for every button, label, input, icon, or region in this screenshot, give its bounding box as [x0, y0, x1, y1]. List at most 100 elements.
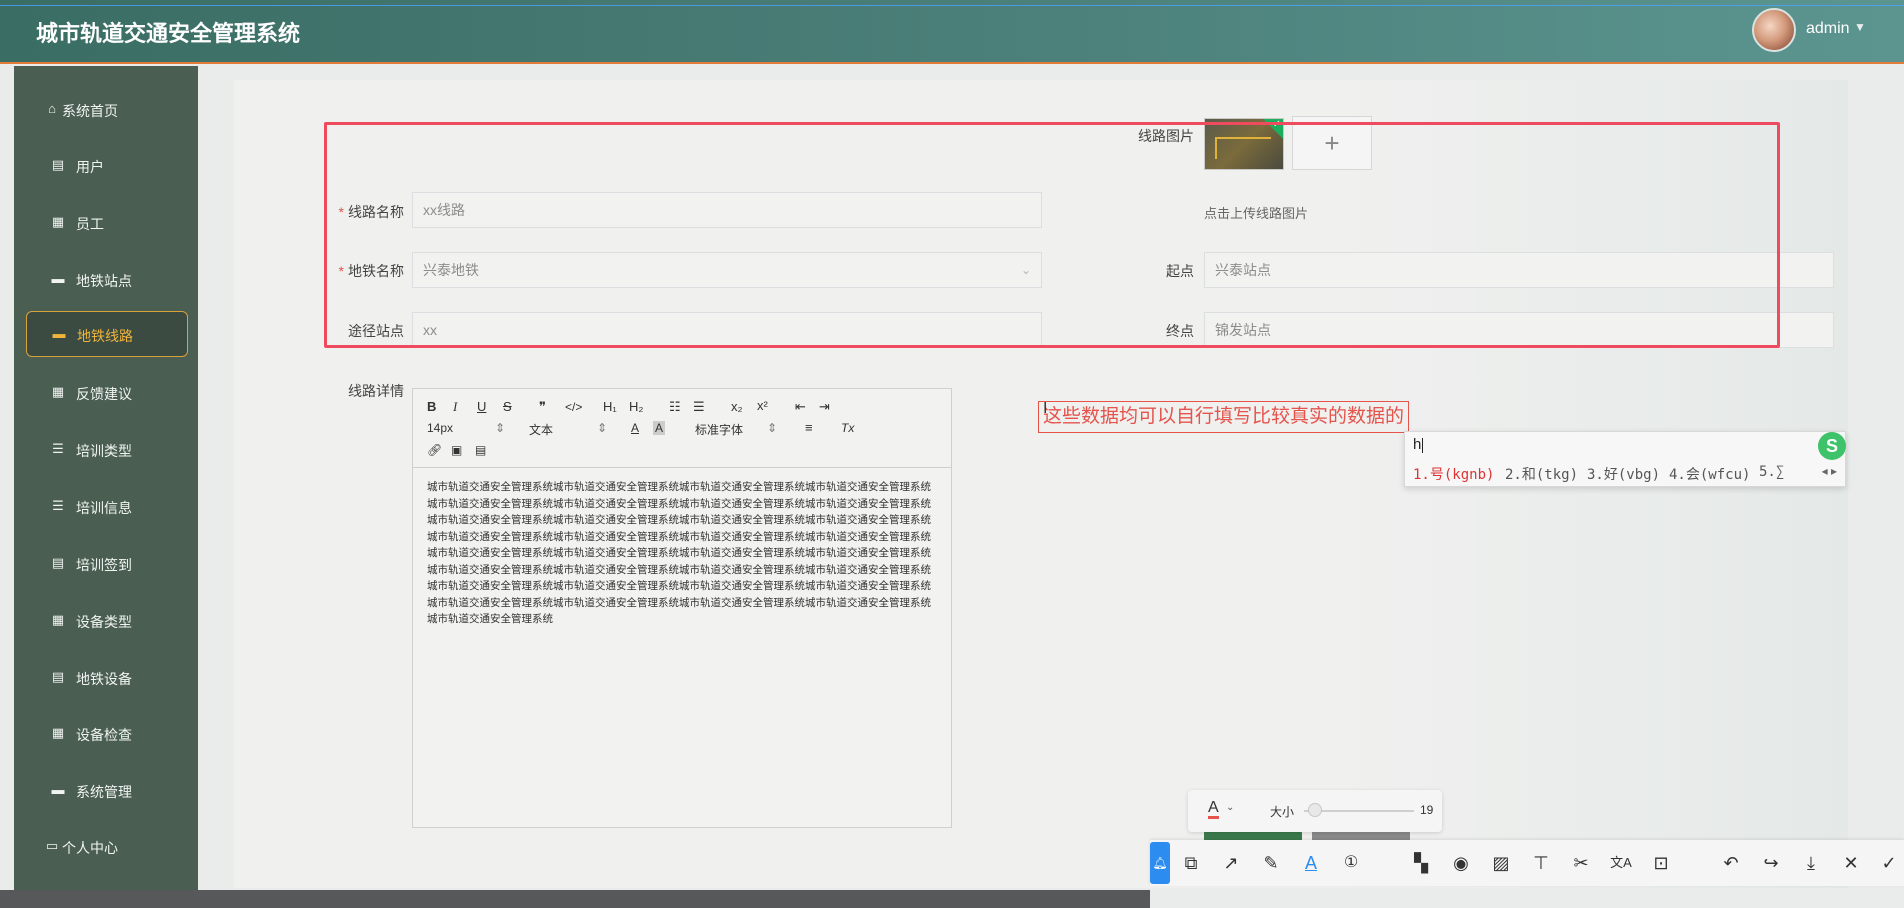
pin-top-icon[interactable]: ⊤ — [1528, 850, 1554, 876]
video-icon[interactable]: ▤ — [475, 443, 486, 457]
image-icon[interactable]: ▣ — [451, 443, 462, 457]
align-button[interactable]: ≡ — [805, 420, 813, 435]
font-family-select[interactable]: 标准字体 — [695, 421, 743, 438]
sidebar-item-device-type[interactable]: ▦ 设备类型 — [14, 597, 198, 645]
undo-icon[interactable]: ↶ — [1718, 850, 1744, 876]
ime-page-arrows[interactable]: ◂ ▸ — [1822, 464, 1837, 478]
clipboard-icon: ▤ — [51, 669, 65, 684]
mosaic-icon[interactable]: ▚ — [1408, 850, 1434, 876]
chevron-down-icon[interactable]: ⌄ — [1226, 802, 1234, 813]
ime-candidate[interactable]: 3.好(vbg) — [1587, 464, 1660, 484]
sidebar-item-profile[interactable]: ▭ 个人中心 — [14, 823, 198, 871]
line-icon: ▬ — [52, 326, 66, 341]
grid-icon: ▦ — [51, 725, 65, 740]
sidebar-item-label: 员工 — [76, 216, 104, 232]
header-select[interactable]: 文本 — [529, 421, 553, 438]
ime-candidate[interactable]: 5.∑ — [1759, 464, 1784, 480]
sidebar-item-label: 地铁站点 — [76, 273, 132, 289]
ocr-icon[interactable]: ⊡ — [1648, 850, 1674, 876]
sidebar-item-label: 培训类型 — [76, 443, 132, 459]
close-icon[interactable]: ✕ — [1838, 850, 1864, 876]
sidebar-item-home[interactable]: ⌂ 系统首页 — [14, 86, 198, 134]
sidebar-item-label: 地铁设备 — [76, 671, 132, 687]
highlight-box — [324, 122, 1780, 348]
h2-button[interactable]: H₂ — [629, 399, 643, 414]
pin-icon[interactable]: 🔔︎ — [1150, 842, 1170, 884]
sidebar-item-training-type[interactable]: ☰ 培训类型 — [14, 426, 198, 474]
profile-icon: ▭ — [45, 838, 59, 853]
outdent-button[interactable]: ⇤ — [795, 399, 806, 415]
pen-icon[interactable]: ✎ — [1258, 850, 1284, 876]
ime-input: h — [1413, 436, 1422, 453]
bold-button[interactable]: B — [427, 399, 436, 414]
hatch-icon[interactable]: ▨ — [1488, 850, 1514, 876]
app-title: 城市轨道交通安全管理系统 — [36, 21, 301, 46]
sidebar-item-system[interactable]: ▬ 系统管理 — [14, 767, 198, 815]
ime-candidate[interactable]: 4.会(wfcu) — [1669, 464, 1750, 484]
sidebar-item-lines[interactable]: ▬ 地铁线路 — [26, 311, 188, 357]
grid-icon: ▦ — [51, 384, 65, 399]
number-icon[interactable]: ① — [1338, 850, 1364, 876]
user-name[interactable]: admin — [1806, 20, 1850, 38]
blur-icon[interactable]: ◉ — [1448, 850, 1474, 876]
font-size-select[interactable]: 14px — [427, 421, 453, 435]
translate-icon[interactable]: 文A — [1608, 850, 1634, 876]
italic-button[interactable]: I — [453, 399, 457, 415]
code-button[interactable]: </> — [565, 400, 582, 414]
sidebar-item-metro-device[interactable]: ▤ 地铁设备 — [14, 654, 198, 702]
briefcase-icon: ▬ — [51, 271, 65, 286]
subscript-button[interactable]: x₂ — [731, 399, 743, 414]
shape-icon[interactable]: ⧉ — [1178, 850, 1204, 876]
confirm-icon[interactable]: ✓ — [1876, 850, 1902, 876]
user-avatar[interactable] — [1752, 8, 1796, 52]
sidebar-item-feedback[interactable]: ▦ 反馈建议 — [14, 369, 198, 417]
text-cursor-icon: Ι — [1043, 400, 1048, 417]
sidebar-item-label: 系统首页 — [62, 103, 118, 119]
sidebar-item-device-check[interactable]: ▦ 设备检查 — [14, 710, 198, 758]
chevron-down-icon[interactable]: ▼ — [1854, 20, 1866, 34]
text-color-button[interactable]: A — [1208, 800, 1219, 819]
sidebar-item-label: 培训签到 — [76, 557, 132, 573]
text-style-popup: A ⌄ 大小 19 — [1188, 790, 1442, 832]
ime-candidate[interactable]: 2.和(tkg) — [1505, 464, 1578, 484]
size-label: 大小 — [1270, 805, 1295, 819]
sidebar-item-training-signin[interactable]: ▤ 培训签到 — [14, 540, 198, 588]
quote-button[interactable]: ❞ — [539, 399, 546, 415]
text-tool-icon[interactable]: A — [1298, 850, 1324, 876]
list-icon: ☰ — [52, 441, 64, 456]
annotation-text[interactable]: 这些数据均可以自行填写比较真实的数据的 — [1038, 401, 1410, 433]
sidebar-item-training-info[interactable]: ☰ 培训信息 — [14, 483, 198, 531]
bullet-list-button[interactable]: ☰ — [693, 399, 705, 415]
chevron-updown-icon: ⇕ — [495, 421, 506, 435]
sidebar-item-stations[interactable]: ▬ 地铁站点 — [14, 256, 198, 304]
editor-content[interactable]: 城市轨道交通安全管理系统城市轨道交通安全管理系统城市轨道交通安全管理系统城市轨道… — [427, 479, 937, 628]
sidebar-item-label: 用户 — [76, 159, 104, 175]
ordered-list-button[interactable]: ☷ — [669, 399, 681, 415]
home-icon: ⌂ — [48, 101, 56, 116]
h1-button[interactable]: H₁ — [603, 399, 617, 414]
ime-candidate-window[interactable]: h 1.号(kgnb) 2.和(tkg) 3.好(vbg) 4.会(wfcu) … — [1404, 431, 1846, 487]
arrow-icon[interactable]: ↗ — [1218, 850, 1244, 876]
sidebar-item-users[interactable]: ▤ 用户 — [14, 142, 198, 190]
font-color-button[interactable]: A — [631, 421, 639, 435]
indent-button[interactable]: ⇥ — [819, 399, 830, 415]
editor-toolbar: B I U S ❞ </> H₁ H₂ ☷ ☰ x₂ x² ⇤ ⇥ 14px ⇕… — [413, 389, 951, 468]
link-icon[interactable]: 🔗︎ — [427, 443, 442, 457]
share-icon[interactable]: ↪ — [1758, 850, 1784, 876]
rich-text-editor[interactable]: B I U S ❞ </> H₁ H₂ ☷ ☰ x₂ x² ⇤ ⇥ 14px ⇕… — [412, 388, 952, 828]
sidebar-item-label: 系统管理 — [76, 784, 132, 800]
clear-format-button[interactable]: Tx — [841, 421, 854, 435]
ime-candidate[interactable]: 1.号(kgnb) — [1413, 464, 1494, 484]
sidebar-item-staff[interactable]: ▦ 员工 — [14, 199, 198, 247]
grid-icon: ▦ — [51, 612, 65, 627]
background-color-button[interactable]: A — [653, 421, 666, 435]
grid-icon: ▦ — [51, 214, 65, 229]
download-icon[interactable]: ⤓ — [1798, 850, 1824, 876]
scissors-icon[interactable]: ✂ — [1568, 850, 1594, 876]
sidebar-item-label: 设备检查 — [76, 727, 132, 743]
sidebar-item-label: 培训信息 — [76, 500, 132, 516]
underline-button[interactable]: U — [477, 399, 486, 414]
strike-button[interactable]: S — [503, 399, 512, 414]
superscript-button[interactable]: x² — [757, 398, 768, 413]
size-slider-handle[interactable] — [1308, 803, 1322, 817]
